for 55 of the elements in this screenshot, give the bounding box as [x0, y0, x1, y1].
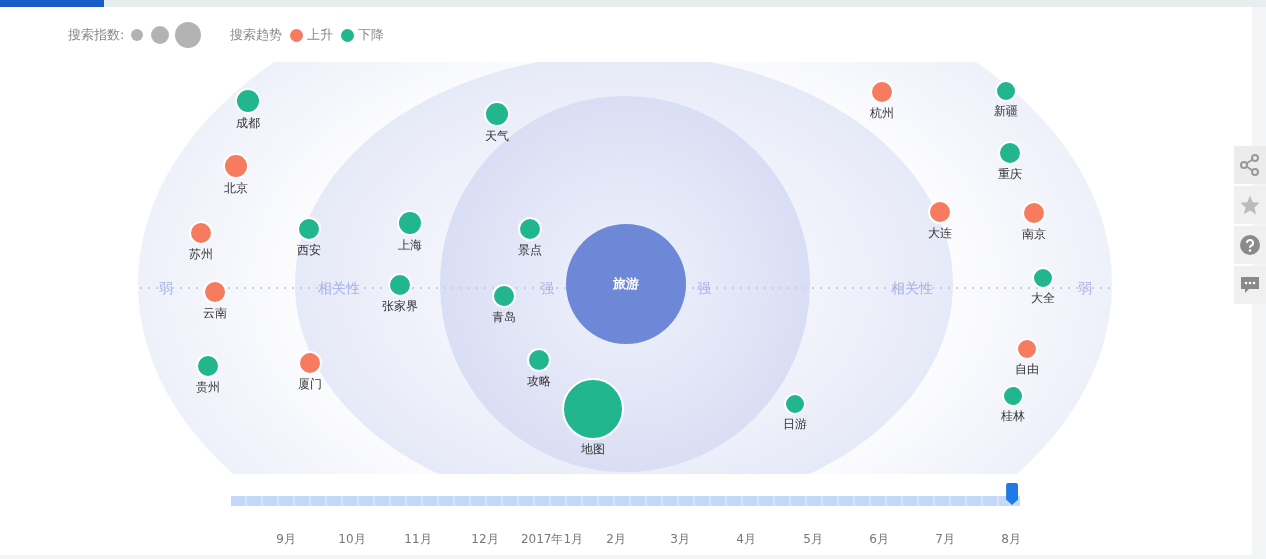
- node-label: 南京: [1022, 228, 1046, 240]
- node-label: 北京: [224, 182, 248, 194]
- axis-label: 强: [540, 279, 554, 298]
- chat-icon: [1240, 276, 1260, 294]
- node-label: 青岛: [492, 311, 516, 323]
- month-label: 8月: [1001, 531, 1021, 548]
- share-button[interactable]: [1234, 146, 1266, 184]
- node-label: 日游: [783, 418, 807, 430]
- node-label: 厦门: [298, 378, 322, 390]
- node-label: 桂林: [1001, 410, 1025, 422]
- timeline-handle[interactable]: [1006, 483, 1019, 505]
- node-label: 上海: [398, 239, 422, 251]
- favorite-button[interactable]: [1234, 186, 1266, 224]
- comment-button[interactable]: [1234, 266, 1266, 304]
- node-label: 地图: [581, 443, 605, 455]
- star-icon: [1239, 194, 1261, 216]
- axis-label: 相关性: [891, 279, 933, 298]
- month-label: 2017年1月: [520, 531, 584, 548]
- month-label: 5月: [803, 531, 823, 548]
- month-label: 6月: [869, 531, 889, 548]
- legend-label: 上升: [307, 26, 334, 45]
- month-label: 9月: [276, 531, 296, 548]
- node-label: 大全: [1031, 292, 1055, 304]
- month-label: 4月: [736, 531, 756, 548]
- axis-label: 强: [697, 279, 711, 298]
- month-label: 2月: [606, 531, 626, 548]
- month-label: 12月: [471, 531, 499, 548]
- node-label: 张家界: [382, 300, 418, 312]
- node-label: 西安: [297, 244, 321, 256]
- node-label: 成都: [236, 117, 260, 129]
- axis-label: 弱: [159, 279, 173, 298]
- month-label: 11月: [404, 531, 432, 548]
- month-label: 10月: [338, 531, 366, 548]
- size-legend-icon: [130, 22, 203, 48]
- node-label: 苏州: [189, 248, 213, 260]
- legend-label: 搜索指数:: [68, 26, 125, 45]
- node-label: 云南: [203, 307, 227, 319]
- node-label: 大连: [928, 227, 952, 239]
- legend-label: 搜索趋势: [230, 26, 283, 45]
- node-label: 杭州: [870, 107, 894, 119]
- share-icon: [1240, 154, 1260, 176]
- node-label: 攻略: [527, 375, 551, 387]
- axis-label: 相关性: [318, 279, 360, 298]
- node-label: 景点: [518, 244, 542, 256]
- help-icon: [1240, 235, 1260, 255]
- help-button[interactable]: [1234, 226, 1266, 264]
- node-label: 新疆: [994, 105, 1018, 117]
- legend-label: 下降: [358, 26, 385, 45]
- node-label: 自由: [1015, 363, 1039, 375]
- node-label: 贵州: [196, 381, 220, 393]
- axis-label: 弱: [1078, 279, 1092, 298]
- node-label: 天气: [485, 130, 509, 142]
- node-label: 重庆: [998, 168, 1022, 180]
- month-label: 7月: [935, 531, 955, 548]
- month-label: 3月: [670, 531, 690, 548]
